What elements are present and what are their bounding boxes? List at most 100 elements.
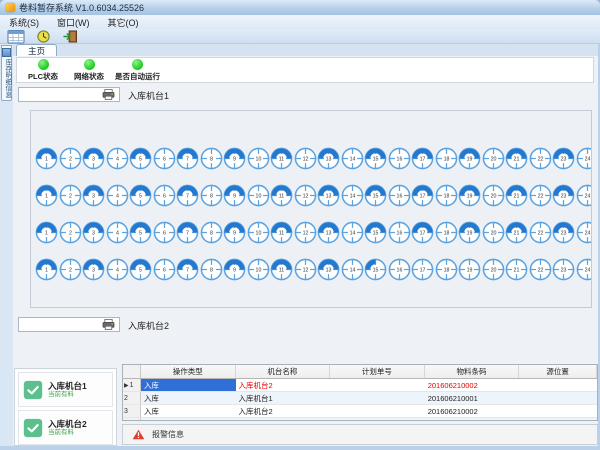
slot-4-8: 8 — [200, 258, 224, 281]
slot-2-2: 2 — [59, 184, 83, 207]
svg-text:9: 9 — [233, 156, 236, 162]
row-header[interactable]: 4 — [123, 418, 141, 421]
slot-2-16: 16 — [388, 184, 412, 207]
table-cell[interactable]: 入库机台2 — [236, 379, 331, 391]
clock-icon[interactable] — [34, 30, 52, 43]
slot-2-21: 21 — [505, 184, 529, 207]
svg-text:3: 3 — [92, 156, 95, 162]
row-select-arrow-icon: ▶ — [124, 382, 129, 389]
status-indicator: 是否自动运行 — [115, 59, 160, 82]
slot-3-15: 15 — [364, 221, 388, 244]
slot-1-16: 16 — [388, 147, 412, 170]
table-cell[interactable] — [519, 392, 597, 404]
svg-text:7: 7 — [186, 230, 189, 236]
table-cell[interactable]: 201606210002 — [425, 405, 520, 417]
slot-2-17: 17 — [411, 184, 435, 207]
svg-text:20: 20 — [490, 193, 496, 199]
slot-row: 1 2 3 4 5 6 7 8 — [35, 221, 591, 244]
slot-3-8: 8 — [200, 221, 224, 244]
svg-text:9: 9 — [233, 267, 236, 273]
slot-1-5: 5 — [129, 147, 153, 170]
slot-2-18: 18 — [435, 184, 459, 207]
table-cell[interactable] — [141, 418, 236, 421]
printer-icon — [102, 319, 115, 330]
menu-item[interactable]: 窗口(W) — [48, 16, 99, 29]
station2-title: 入库机台2 — [128, 319, 169, 332]
row-header[interactable]: ▶1 — [123, 379, 141, 391]
calendar-icon[interactable] — [7, 30, 25, 43]
table-cell[interactable]: 入库 — [141, 405, 236, 417]
svg-text:15: 15 — [373, 193, 379, 199]
slot-4-2: 2 — [59, 258, 83, 281]
table-row[interactable]: ▶1入库入库机台2 201606210002 — [123, 379, 597, 392]
svg-text:8: 8 — [210, 230, 213, 236]
table-cell[interactable] — [330, 392, 425, 404]
station2-print-button[interactable] — [18, 317, 120, 332]
svg-text:20: 20 — [490, 156, 496, 162]
slot-4-12: 12 — [294, 258, 318, 281]
row-header[interactable]: 2 — [123, 392, 141, 404]
table-cell[interactable]: 入库 — [141, 392, 236, 404]
slot-1-3: 3 — [82, 147, 106, 170]
svg-text:12: 12 — [302, 267, 308, 273]
slot-4-3: 3 — [82, 258, 106, 281]
column-header[interactable]: 物料条码 — [425, 365, 520, 378]
side-dock-tab[interactable]: 库存明细信息 — [1, 45, 12, 101]
svg-text:12: 12 — [302, 193, 308, 199]
title-bar[interactable]: 卷料暂存系统 V1.0.6034.25526 — [0, 0, 600, 15]
svg-text:7: 7 — [186, 267, 189, 273]
table-cell[interactable]: 201606210001 — [425, 392, 520, 404]
svg-text:5: 5 — [139, 193, 142, 199]
table-cell[interactable] — [425, 418, 520, 421]
table-cell[interactable] — [330, 405, 425, 417]
svg-text:14: 14 — [349, 230, 355, 236]
table-row[interactable]: 3入库入库机台2 201606210002 — [123, 405, 597, 418]
table-row[interactable]: 2 入库入库机台1 201606210001 — [123, 392, 597, 405]
svg-text:16: 16 — [396, 193, 402, 199]
exit-icon[interactable] — [61, 30, 79, 43]
svg-text:14: 14 — [349, 193, 355, 199]
warning-icon — [132, 429, 145, 440]
table-cell[interactable]: 入库机台1 — [236, 392, 331, 404]
svg-text:12: 12 — [302, 156, 308, 162]
svg-text:17: 17 — [420, 230, 426, 236]
menu-item[interactable]: 系统(S) — [0, 16, 48, 29]
table-cell[interactable]: 入库 — [141, 379, 236, 391]
row-number: 2 — [124, 395, 128, 402]
row-header[interactable]: 3 — [123, 405, 141, 417]
slot-4-4: 4 — [106, 258, 130, 281]
svg-text:13: 13 — [326, 267, 332, 273]
svg-text:10: 10 — [255, 193, 261, 199]
slot-4-5: 5 — [129, 258, 153, 281]
svg-text:13: 13 — [326, 156, 332, 162]
slot-2-19: 19 — [458, 184, 482, 207]
alarm-label: 报警信息 — [152, 429, 184, 440]
svg-text:6: 6 — [163, 230, 166, 236]
column-header[interactable]: 机台名称 — [236, 365, 331, 378]
table-row[interactable]: 4 — [123, 418, 597, 421]
slot-1-9: 9 — [223, 147, 247, 170]
svg-text:18: 18 — [443, 267, 449, 273]
table-cell[interactable]: 201606210002 — [425, 379, 520, 391]
table-cell[interactable] — [519, 418, 597, 421]
column-header[interactable]: 操作类型 — [141, 365, 236, 378]
table-cell[interactable]: 入库机台2 — [236, 405, 331, 417]
table-cell[interactable] — [236, 418, 331, 421]
table-cell[interactable] — [519, 405, 597, 417]
menu-item[interactable]: 其它(O) — [99, 16, 148, 29]
column-header[interactable]: 计划单号 — [330, 365, 425, 378]
slot-2-23: 23 — [552, 184, 576, 207]
table-cell[interactable] — [330, 379, 425, 391]
svg-text:2: 2 — [69, 193, 72, 199]
status-label: 网络状态 — [74, 71, 104, 82]
table-cell[interactable] — [330, 418, 425, 421]
slot-3-20: 20 — [482, 221, 506, 244]
printer-icon — [102, 89, 115, 100]
svg-text:10: 10 — [255, 230, 261, 236]
column-header[interactable]: 源位置 — [519, 365, 597, 378]
status-lamp-icon — [132, 59, 143, 70]
station1-print-button[interactable] — [18, 87, 120, 102]
slot-row: 1 2 3 4 5 6 7 8 — [35, 258, 591, 281]
slot-4-18: 18 — [435, 258, 459, 281]
table-cell[interactable] — [519, 379, 597, 391]
